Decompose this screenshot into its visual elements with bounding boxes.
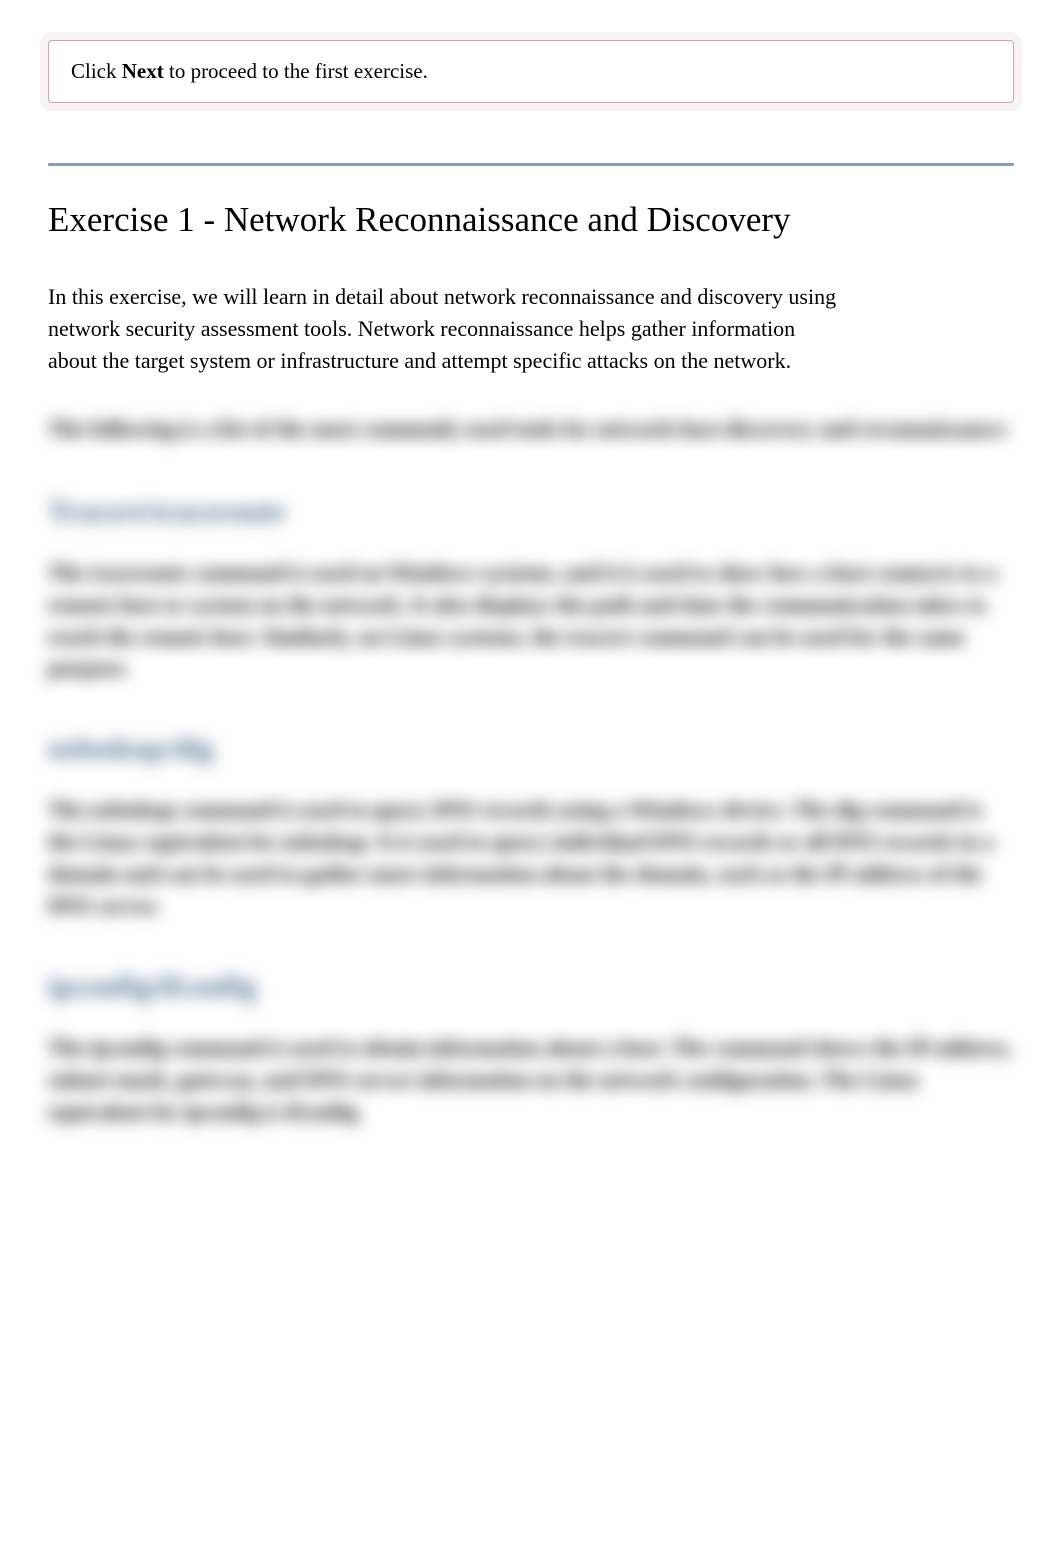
intro-paragraph: In this exercise, we will learn in detai… xyxy=(48,281,848,377)
section-1-body: The traceroute command is used on Window… xyxy=(48,557,1014,685)
section-2-heading: nslookup/dig xyxy=(48,732,1014,766)
section-divider xyxy=(48,163,1014,166)
section-3-body: The ipconfig command is used to obtain i… xyxy=(48,1032,1014,1128)
section-3-heading: ipconfig/ifconfig xyxy=(48,970,1014,1004)
blurred-content: The following is a list of the most comm… xyxy=(48,413,1014,1128)
exercise-title: Exercise 1 - Network Reconnaissance and … xyxy=(48,196,798,243)
callout-suffix: to proceed to the first exercise. xyxy=(164,59,428,83)
section-1-heading: Tracert/traceroute xyxy=(48,495,1014,529)
callout-prefix: Click xyxy=(71,59,122,83)
instruction-callout: Click Next to proceed to the first exerc… xyxy=(48,40,1014,103)
content-area: Exercise 1 - Network Reconnaissance and … xyxy=(48,196,1014,1128)
callout-bold: Next xyxy=(122,59,164,83)
lead-paragraph: The following is a list of the most comm… xyxy=(48,413,1014,445)
section-2-body: The nslookup command is used to query DN… xyxy=(48,794,1014,922)
